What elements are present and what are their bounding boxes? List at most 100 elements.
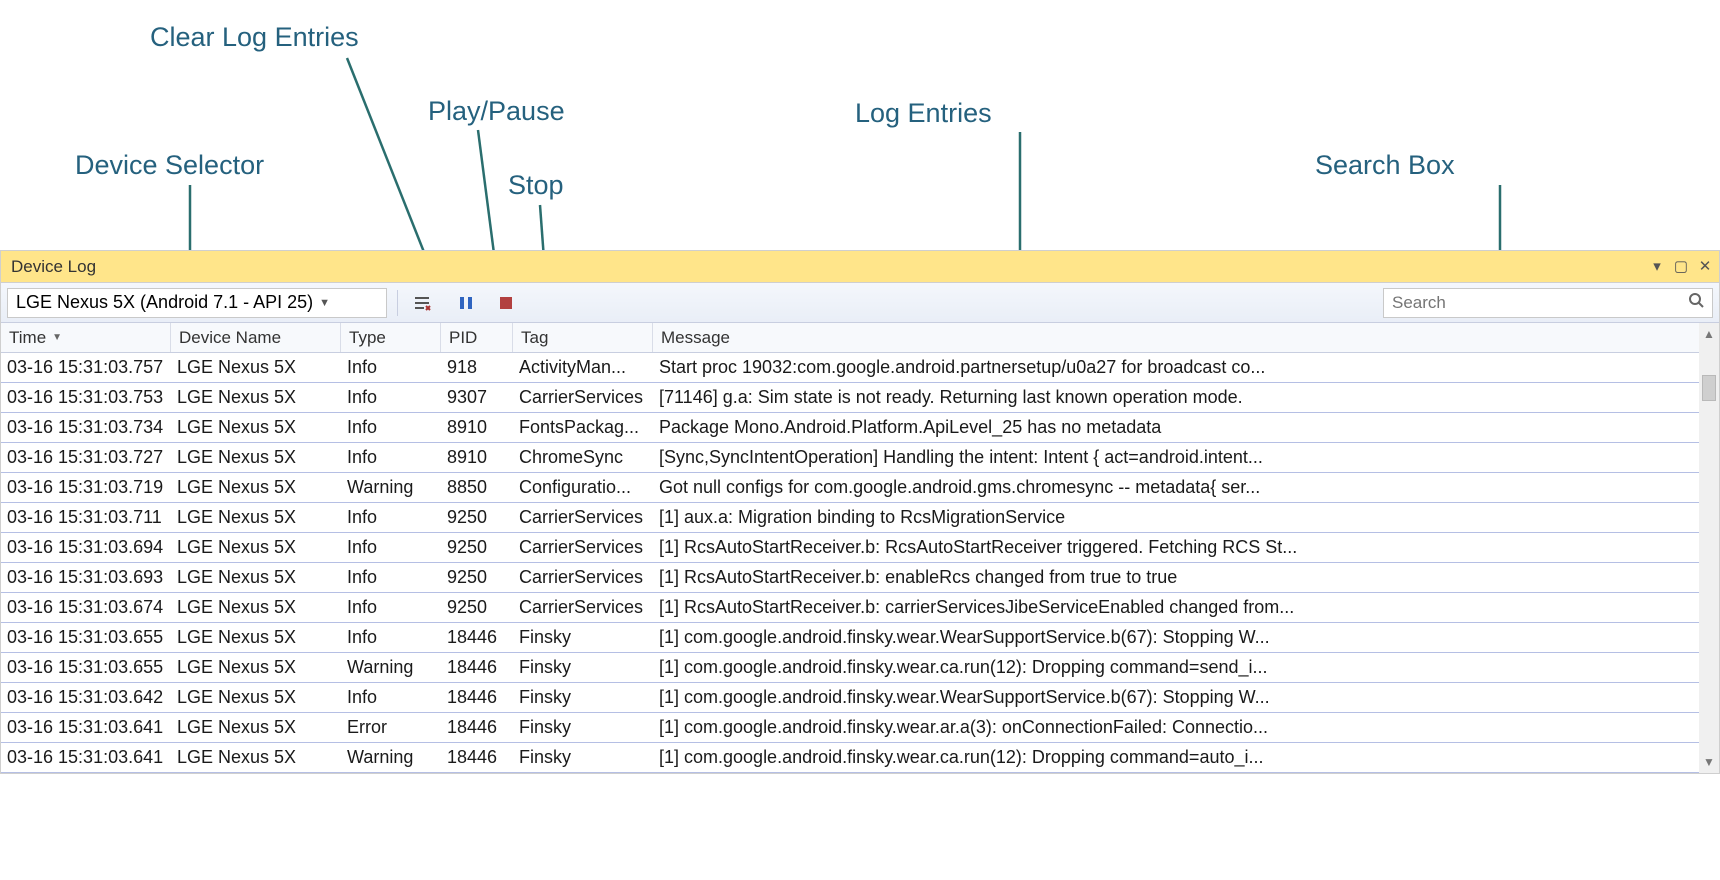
- col-time[interactable]: Time ▼: [1, 323, 171, 352]
- cell-device: LGE Nexus 5X: [171, 717, 341, 738]
- cell-msg: [1] aux.a: Migration binding to RcsMigra…: [653, 507, 1699, 528]
- scroll-track[interactable]: [1699, 345, 1719, 751]
- play-pause-button[interactable]: [452, 289, 480, 317]
- cell-time: 03-16 15:31:03.719: [1, 477, 171, 498]
- stop-button[interactable]: [492, 289, 520, 317]
- cell-device: LGE Nexus 5X: [171, 747, 341, 768]
- cell-msg: [Sync,SyncIntentOperation] Handling the …: [653, 447, 1699, 468]
- cell-time: 03-16 15:31:03.711: [1, 507, 171, 528]
- cell-pid: 18446: [441, 717, 513, 738]
- cell-pid: 9307: [441, 387, 513, 408]
- scroll-thumb[interactable]: [1702, 375, 1716, 401]
- anno-clear-log: Clear Log Entries: [150, 22, 359, 53]
- col-type-label: Type: [349, 328, 386, 348]
- cell-pid: 918: [441, 357, 513, 378]
- cell-msg: [1] com.google.android.finsky.wear.ca.ru…: [653, 657, 1699, 678]
- table-row[interactable]: 03-16 15:31:03.727LGE Nexus 5XInfo8910Ch…: [1, 443, 1699, 473]
- cell-tag: FontsPackag...: [513, 417, 653, 438]
- anno-search-box: Search Box: [1315, 150, 1455, 181]
- table-body: 03-16 15:31:03.757LGE Nexus 5XInfo918Act…: [1, 353, 1699, 773]
- cell-msg: [1] RcsAutoStartReceiver.b: carrierServi…: [653, 597, 1699, 618]
- search-input[interactable]: [1392, 293, 1680, 313]
- col-message-label: Message: [661, 328, 730, 348]
- table-row[interactable]: 03-16 15:31:03.757LGE Nexus 5XInfo918Act…: [1, 353, 1699, 383]
- cell-pid: 9250: [441, 567, 513, 588]
- cell-tag: Finsky: [513, 717, 653, 738]
- table-row[interactable]: 03-16 15:31:03.655LGE Nexus 5XWarning184…: [1, 653, 1699, 683]
- cell-time: 03-16 15:31:03.655: [1, 657, 171, 678]
- col-time-label: Time: [9, 328, 46, 348]
- cell-tag: CarrierServices: [513, 597, 653, 618]
- cell-time: 03-16 15:31:03.674: [1, 597, 171, 618]
- table-row[interactable]: 03-16 15:31:03.693LGE Nexus 5XInfo9250Ca…: [1, 563, 1699, 593]
- cell-device: LGE Nexus 5X: [171, 357, 341, 378]
- col-device[interactable]: Device Name: [171, 323, 341, 352]
- log-table: Time ▼ Device Name Type PID Tag Message …: [1, 323, 1699, 773]
- cell-pid: 9250: [441, 537, 513, 558]
- scroll-up-icon[interactable]: ▲: [1703, 323, 1715, 345]
- cell-type: Info: [341, 507, 441, 528]
- table-row[interactable]: 03-16 15:31:03.711LGE Nexus 5XInfo9250Ca…: [1, 503, 1699, 533]
- search-box[interactable]: [1383, 288, 1713, 318]
- table-row[interactable]: 03-16 15:31:03.719LGE Nexus 5XWarning885…: [1, 473, 1699, 503]
- col-tag-label: Tag: [521, 328, 548, 348]
- pause-icon: [458, 295, 474, 311]
- device-selector-dropdown[interactable]: LGE Nexus 5X (Android 7.1 - API 25) ▼: [7, 288, 387, 318]
- cell-type: Info: [341, 687, 441, 708]
- cell-type: Info: [341, 447, 441, 468]
- cell-type: Warning: [341, 747, 441, 768]
- cell-msg: [1] RcsAutoStartReceiver.b: enableRcs ch…: [653, 567, 1699, 588]
- cell-pid: 9250: [441, 507, 513, 528]
- cell-pid: 18446: [441, 657, 513, 678]
- cell-type: Warning: [341, 477, 441, 498]
- clear-log-button[interactable]: [408, 289, 436, 317]
- table-row[interactable]: 03-16 15:31:03.641LGE Nexus 5XWarning184…: [1, 743, 1699, 773]
- panel-title: Device Log: [7, 257, 96, 277]
- cell-device: LGE Nexus 5X: [171, 537, 341, 558]
- scroll-down-icon[interactable]: ▼: [1703, 751, 1715, 773]
- cell-device: LGE Nexus 5X: [171, 387, 341, 408]
- table-row[interactable]: 03-16 15:31:03.674LGE Nexus 5XInfo9250Ca…: [1, 593, 1699, 623]
- cell-tag: Finsky: [513, 627, 653, 648]
- maximize-icon[interactable]: ▢: [1673, 259, 1689, 275]
- anno-play-pause: Play/Pause: [428, 96, 565, 127]
- cell-pid: 8910: [441, 447, 513, 468]
- cell-type: Info: [341, 627, 441, 648]
- cell-type: Info: [341, 357, 441, 378]
- table-header: Time ▼ Device Name Type PID Tag Message: [1, 323, 1699, 353]
- device-log-panel: Device Log ▾ ▢ ✕ LGE Nexus 5X (Android 7…: [0, 250, 1720, 774]
- cell-type: Info: [341, 597, 441, 618]
- cell-time: 03-16 15:31:03.641: [1, 747, 171, 768]
- col-type[interactable]: Type: [341, 323, 441, 352]
- col-tag[interactable]: Tag: [513, 323, 653, 352]
- log-table-container: Time ▼ Device Name Type PID Tag Message …: [1, 323, 1719, 773]
- search-icon: [1688, 292, 1704, 313]
- cell-msg: [1] com.google.android.finsky.wear.WearS…: [653, 627, 1699, 648]
- table-row[interactable]: 03-16 15:31:03.734LGE Nexus 5XInfo8910Fo…: [1, 413, 1699, 443]
- table-row[interactable]: 03-16 15:31:03.642LGE Nexus 5XInfo18446F…: [1, 683, 1699, 713]
- cell-msg: [1] com.google.android.finsky.wear.ar.a(…: [653, 717, 1699, 738]
- cell-device: LGE Nexus 5X: [171, 657, 341, 678]
- vertical-scrollbar[interactable]: ▲ ▼: [1699, 323, 1719, 773]
- anno-device-selector: Device Selector: [75, 150, 264, 181]
- table-row[interactable]: 03-16 15:31:03.641LGE Nexus 5XError18446…: [1, 713, 1699, 743]
- cell-time: 03-16 15:31:03.693: [1, 567, 171, 588]
- cell-time: 03-16 15:31:03.642: [1, 687, 171, 708]
- col-message[interactable]: Message: [653, 323, 1699, 352]
- cell-type: Info: [341, 537, 441, 558]
- col-pid[interactable]: PID: [441, 323, 513, 352]
- close-icon[interactable]: ✕: [1697, 259, 1713, 275]
- col-pid-label: PID: [449, 328, 477, 348]
- toolbar-separator: [397, 290, 398, 316]
- table-row[interactable]: 03-16 15:31:03.694LGE Nexus 5XInfo9250Ca…: [1, 533, 1699, 563]
- cell-time: 03-16 15:31:03.753: [1, 387, 171, 408]
- anno-stop: Stop: [508, 170, 564, 201]
- table-row[interactable]: 03-16 15:31:03.753LGE Nexus 5XInfo9307Ca…: [1, 383, 1699, 413]
- table-row[interactable]: 03-16 15:31:03.655LGE Nexus 5XInfo18446F…: [1, 623, 1699, 653]
- clear-log-icon: [412, 293, 432, 313]
- cell-msg: [1] com.google.android.finsky.wear.WearS…: [653, 687, 1699, 708]
- window-menu-icon[interactable]: ▾: [1649, 259, 1665, 275]
- cell-tag: ActivityMan...: [513, 357, 653, 378]
- cell-tag: CarrierServices: [513, 507, 653, 528]
- cell-time: 03-16 15:31:03.757: [1, 357, 171, 378]
